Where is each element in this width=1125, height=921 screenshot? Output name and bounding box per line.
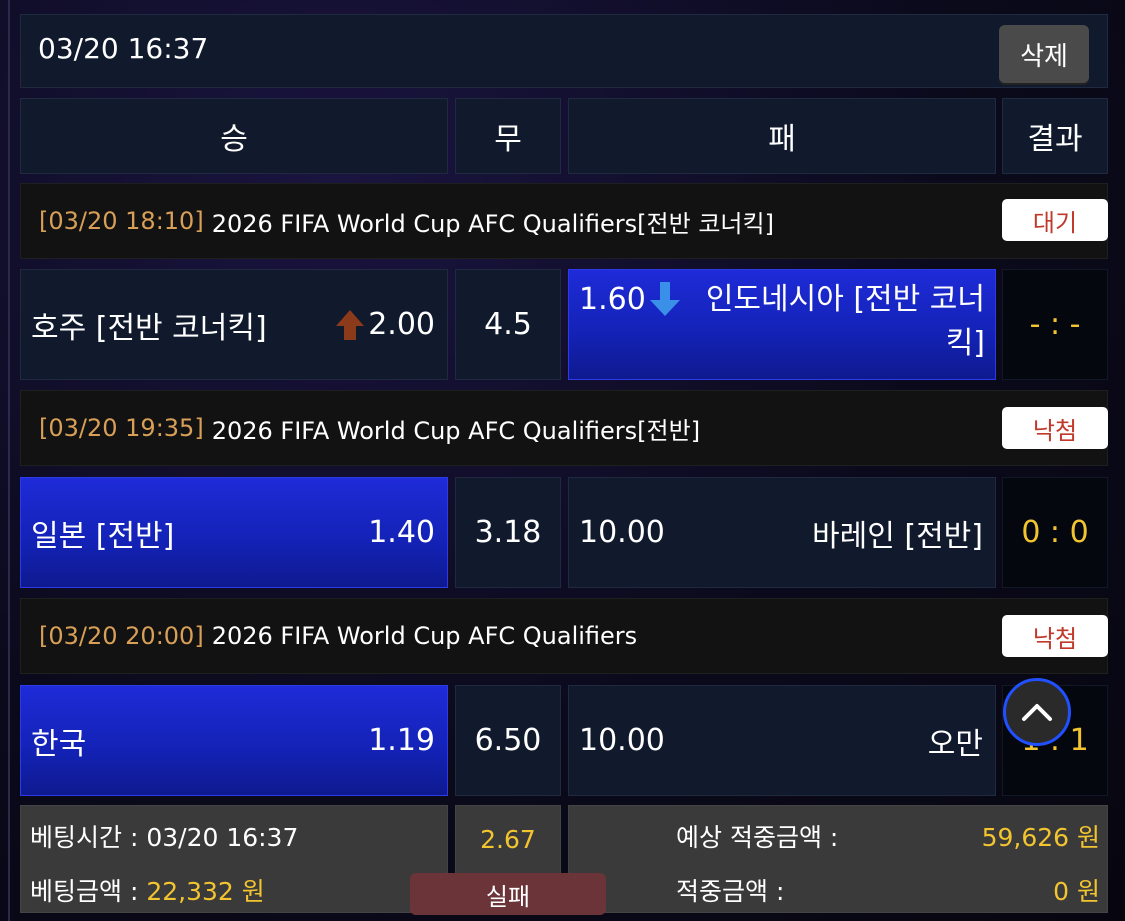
home-team-name: 일본 [전반] <box>31 518 175 554</box>
away-team-name: 바레인 [전반] <box>812 518 983 554</box>
home-team-name: 호주 [전반 코너킥] <box>31 310 267 346</box>
home-pick-cell[interactable]: 호주 [전반 코너킥] 2.00 <box>20 269 448 380</box>
column-header-win: 승 <box>20 98 448 174</box>
away-pick-cell[interactable]: 10.00 오만 <box>568 685 996 796</box>
home-odds: 2.00 <box>368 307 435 342</box>
draw-pick-cell[interactable]: 4.5 <box>455 269 561 380</box>
away-team-name-line1: 인도네시아 [전반 코너 <box>705 282 985 317</box>
draw-odds: 6.50 <box>474 723 542 758</box>
status-badge: 대기 <box>1002 199 1108 241</box>
match-time: [03/20 19:35] <box>39 414 204 442</box>
home-team-name: 한국 <box>31 726 87 762</box>
match-league: 2026 FIFA World Cup AFC Qualifiers <box>211 622 638 650</box>
arrow-up-icon <box>336 309 365 340</box>
expected-payout-label: 예상 적중금액 : <box>676 823 839 852</box>
match-title: [03/20 18:10] 2026 FIFA World Cup AFC Qu… <box>20 183 1108 259</box>
away-team-name-line2: 킥] <box>945 326 985 361</box>
bet-time-value: 03/20 16:37 <box>146 823 299 852</box>
column-header-draw: 무 <box>455 98 561 174</box>
away-team-name: 오만 <box>927 726 983 762</box>
status-badge: 낙첨 <box>1002 407 1108 449</box>
match-title: [03/20 20:00] 2026 FIFA World Cup AFC Qu… <box>20 598 1108 674</box>
hit-amount-value: 0 원 <box>1053 877 1100 906</box>
bet-time-row: 베팅시간 : 03/20 16:37 <box>30 818 298 854</box>
match-league: 2026 FIFA World Cup AFC Qualifiers[전반 코너… <box>211 209 774 238</box>
column-header-lose: 패 <box>568 98 996 174</box>
home-pick-cell[interactable]: 한국 1.19 <box>20 685 448 796</box>
away-pick-cell[interactable]: 1.60 인도네시아 [전반 코너 킥] <box>568 269 996 380</box>
score-text: 0 : 0 <box>1021 515 1089 550</box>
draw-pick-cell[interactable]: 6.50 <box>455 685 561 796</box>
bet-amount-value: 22,332 원 <box>146 877 265 906</box>
home-pick-cell[interactable]: 일본 [전반] 1.40 <box>20 477 448 588</box>
away-pick-cell[interactable]: 10.00 바레인 [전반] <box>568 477 996 588</box>
draw-odds: 4.5 <box>484 307 532 342</box>
hit-amount-label: 적중금액 : <box>676 877 785 906</box>
expected-payout-value: 59,626 원 <box>981 823 1100 852</box>
slip-datetime: 03/20 16:37 <box>38 32 209 65</box>
bet-amount-row: 베팅금액 : 22,332 원 <box>30 872 265 908</box>
away-odds: 10.00 <box>579 723 665 758</box>
result-fail-badge: 실패 <box>410 873 606 915</box>
column-header-result: 결과 <box>1002 98 1108 174</box>
match-time: [03/20 20:00] <box>39 622 204 650</box>
away-odds: 10.00 <box>579 515 665 550</box>
draw-odds: 3.18 <box>474 515 542 550</box>
match-result: 0 : 0 <box>1002 477 1108 588</box>
arrow-down-icon <box>649 282 680 316</box>
home-odds: 1.40 <box>368 515 435 550</box>
match-league: 2026 FIFA World Cup AFC Qualifiers[전반] <box>211 416 701 445</box>
away-odds: 1.60 <box>579 281 646 317</box>
score-text: - : - <box>1029 307 1081 342</box>
delete-button[interactable]: 삭제 <box>999 25 1089 83</box>
chevron-up-icon <box>1022 704 1052 721</box>
home-odds: 1.19 <box>368 723 435 758</box>
match-result: - : - <box>1002 269 1108 380</box>
bet-amount-label: 베팅금액 : <box>30 877 147 906</box>
total-odds: 2.67 <box>480 825 536 854</box>
match-time: [03/20 18:10] <box>39 207 204 235</box>
status-badge: 낙첨 <box>1002 615 1108 657</box>
match-title: [03/20 19:35] 2026 FIFA World Cup AFC Qu… <box>20 390 1108 466</box>
draw-pick-cell[interactable]: 3.18 <box>455 477 561 588</box>
scroll-top-button[interactable] <box>1003 678 1071 746</box>
bet-time-label: 베팅시간 : <box>30 823 147 852</box>
